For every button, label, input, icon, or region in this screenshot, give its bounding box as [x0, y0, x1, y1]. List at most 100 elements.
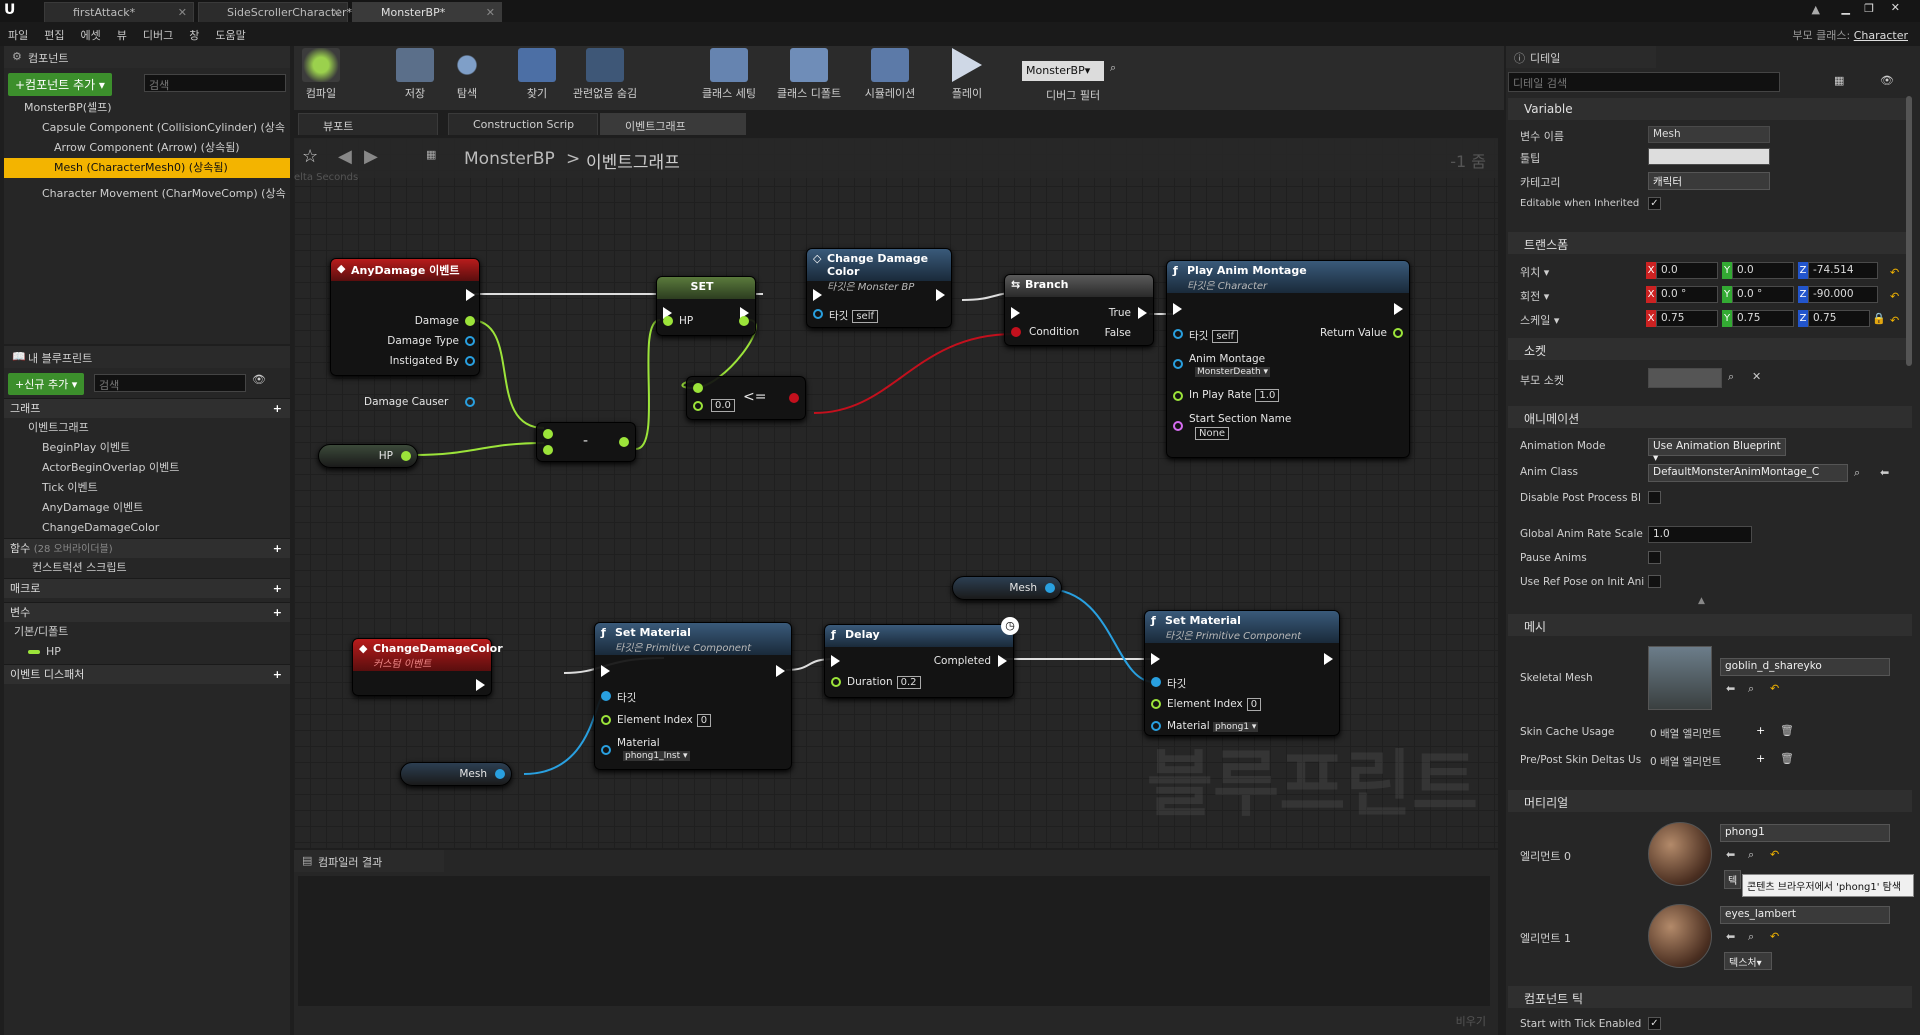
event-change-damage-color[interactable]: ChangeDamageColor: [4, 518, 290, 538]
clear-socket-icon[interactable]: ✕: [1752, 370, 1761, 383]
exec-in-pin[interactable]: [831, 655, 840, 667]
reset-icon[interactable]: ↶: [1770, 848, 1779, 861]
components-root[interactable]: MonsterBP(셀프): [4, 98, 290, 118]
anim-class-select[interactable]: DefaultMonsterAnimMontage_C: [1648, 464, 1848, 482]
collapse-arrow-icon[interactable]: ▲: [1698, 596, 1705, 606]
material-1-select[interactable]: eyes_lambert: [1720, 906, 1890, 924]
exec-in-pin[interactable]: [601, 665, 610, 677]
anim-montage-select[interactable]: MonsterDeath ▾: [1195, 367, 1271, 377]
tab-monster-bp[interactable]: MonsterBP* ✕: [352, 2, 502, 22]
minimize-button[interactable]: ▁: [1842, 2, 1850, 15]
location-y[interactable]: 0.0: [1732, 262, 1794, 279]
material-0-select[interactable]: phong1: [1720, 824, 1890, 842]
class-defaults-button[interactable]: 클래스 디폴트: [772, 48, 846, 101]
eye-icon[interactable]: 👁: [252, 373, 266, 386]
element-index-pin[interactable]: [601, 715, 611, 725]
tooltip-input[interactable]: [1648, 148, 1770, 165]
material-select-1[interactable]: phong1_Inst ▾: [623, 751, 690, 761]
component-arrow[interactable]: Arrow Component (Arrow) (상속됨): [4, 138, 290, 158]
animation-section[interactable]: 애니메이션: [1508, 406, 1912, 428]
delay-node[interactable]: ƒ Delay ◷ Completed Duration 0.2: [824, 617, 1019, 698]
property-matrix-icon[interactable]: ▦: [1834, 74, 1844, 87]
less-equal-node[interactable]: 0.0 <=: [686, 376, 806, 420]
add-new-button[interactable]: +신규 추가 ▾: [8, 373, 85, 395]
tab-side-scroller-character[interactable]: SideScrollerCharacter* ✕: [198, 2, 352, 22]
menu-edit[interactable]: 편집: [36, 22, 72, 48]
duration-pin[interactable]: [831, 677, 841, 687]
exec-out-pin[interactable]: [1324, 653, 1333, 665]
exec-out-pin[interactable]: [1394, 303, 1403, 315]
eye-icon[interactable]: 👁: [1880, 74, 1894, 87]
material-pin[interactable]: [601, 745, 611, 755]
debug-object-select[interactable]: MonsterBP▾: [1022, 61, 1104, 81]
exec-in-pin[interactable]: [1011, 307, 1020, 319]
a-pin[interactable]: [543, 429, 553, 439]
tab-first-attack[interactable]: firstAttack* ✕: [44, 2, 194, 22]
damage-causer-pin[interactable]: [465, 397, 475, 407]
play-anim-montage-node[interactable]: ƒ Play Anim Montage 타깃은 Character 타깃 self R…: [1166, 260, 1410, 458]
component-tick-section[interactable]: 컴포넌트 틱: [1508, 986, 1912, 1008]
event-dispatchers-section[interactable]: 이벤트 디스패처 +: [4, 664, 290, 684]
component-capsule[interactable]: Capsule Component (CollisionCylinder) (상…: [4, 118, 290, 138]
hp-in-pin[interactable]: [663, 316, 673, 326]
texture-button-1[interactable]: 텍스처▾: [1724, 952, 1772, 970]
use-selected-arrow-icon[interactable]: ⬅: [1726, 930, 1735, 943]
anim-montage-pin[interactable]: [1173, 359, 1183, 369]
completed-pin[interactable]: [998, 655, 1007, 667]
true-pin[interactable]: [1138, 307, 1147, 319]
animation-mode-select[interactable]: Use Animation Blueprint ▾: [1648, 438, 1786, 464]
set-material-node-2[interactable]: ƒ Set Material 타깃은 Primitive Component 타깃 …: [1144, 610, 1340, 736]
components-search-input[interactable]: 검색: [144, 74, 286, 92]
lock-icon[interactable]: 🔒: [1872, 312, 1886, 325]
hide-unrelated-button[interactable]: 관련없음 숨김: [570, 48, 640, 101]
use-selected-arrow-icon[interactable]: ⬅: [1880, 466, 1889, 479]
add-element-icon[interactable]: +: [1756, 724, 1765, 737]
event-tick[interactable]: Tick 이벤트: [4, 478, 290, 498]
tab-event-graph[interactable]: 이벤트그래프: [600, 113, 746, 135]
reset-location-icon[interactable]: ↶: [1890, 266, 1899, 279]
b-pin[interactable]: [693, 401, 703, 411]
set-material-node-1[interactable]: ƒ Set Material 타깃은 Primitive Component 타깃 …: [594, 622, 792, 770]
add-component-button[interactable]: +컴포넌트 추가 ▾: [8, 73, 112, 96]
damage-pin[interactable]: [465, 316, 475, 326]
play-rate-pin[interactable]: [1173, 391, 1183, 401]
exec-out-pin[interactable]: [776, 665, 785, 677]
close-icon[interactable]: ✕: [486, 6, 495, 19]
return-value-pin[interactable]: [1393, 328, 1403, 338]
event-begin-play[interactable]: BeginPlay 이벤트: [4, 438, 290, 458]
event-graph-item[interactable]: 이벤트그래프: [4, 418, 290, 438]
damage-type-pin[interactable]: [465, 336, 475, 346]
scale-x[interactable]: 0.75: [1656, 310, 1718, 327]
add-dispatcher-icon[interactable]: +: [273, 665, 282, 685]
menu-asset[interactable]: 에셋: [73, 22, 109, 48]
pause-anims-checkbox[interactable]: [1648, 551, 1661, 564]
editable-inherited-checkbox[interactable]: ✓: [1648, 197, 1661, 210]
graphs-section[interactable]: 그래프 +: [4, 398, 290, 418]
close-icon[interactable]: ✕: [332, 6, 341, 19]
material-1-thumbnail[interactable]: [1648, 904, 1712, 968]
target-pin[interactable]: [1151, 677, 1161, 687]
notification-icon[interactable]: ▲: [1812, 3, 1820, 16]
close-icon[interactable]: ✕: [178, 6, 187, 19]
target-pin[interactable]: [1173, 329, 1183, 339]
add-graph-icon[interactable]: +: [273, 399, 282, 419]
variables-section[interactable]: 변수 +: [4, 602, 290, 622]
reset-scale-icon[interactable]: ↶: [1890, 314, 1899, 327]
skeletal-mesh-thumbnail[interactable]: [1648, 646, 1712, 710]
close-window-button[interactable]: ✕: [1891, 1, 1900, 14]
mesh-get-pin[interactable]: [495, 769, 505, 779]
scale-y[interactable]: 0.75: [1732, 310, 1794, 327]
tab-construction-script[interactable]: Construction Scrip: [448, 113, 598, 135]
category-select[interactable]: 캐릭터: [1648, 172, 1770, 190]
component-character-movement[interactable]: Character Movement (CharMoveComp) (상속: [4, 184, 290, 204]
debug-search-icon[interactable]: ⌕: [1110, 61, 1116, 75]
parent-class-link[interactable]: Character: [1854, 29, 1908, 42]
false-pin[interactable]: [1138, 327, 1147, 339]
reset-icon[interactable]: ↶: [1770, 682, 1779, 695]
menu-file[interactable]: 파일: [0, 22, 36, 48]
anim-class-search-icon[interactable]: ⌕: [1854, 466, 1860, 480]
any-damage-event-node[interactable]: ◆ AnyDamage 이벤트 Damage Damage Type Instig…: [330, 258, 480, 376]
menu-window[interactable]: 창: [181, 22, 207, 48]
subtract-node[interactable]: -: [536, 422, 636, 462]
browse-icon[interactable]: ⌕: [1748, 682, 1754, 696]
